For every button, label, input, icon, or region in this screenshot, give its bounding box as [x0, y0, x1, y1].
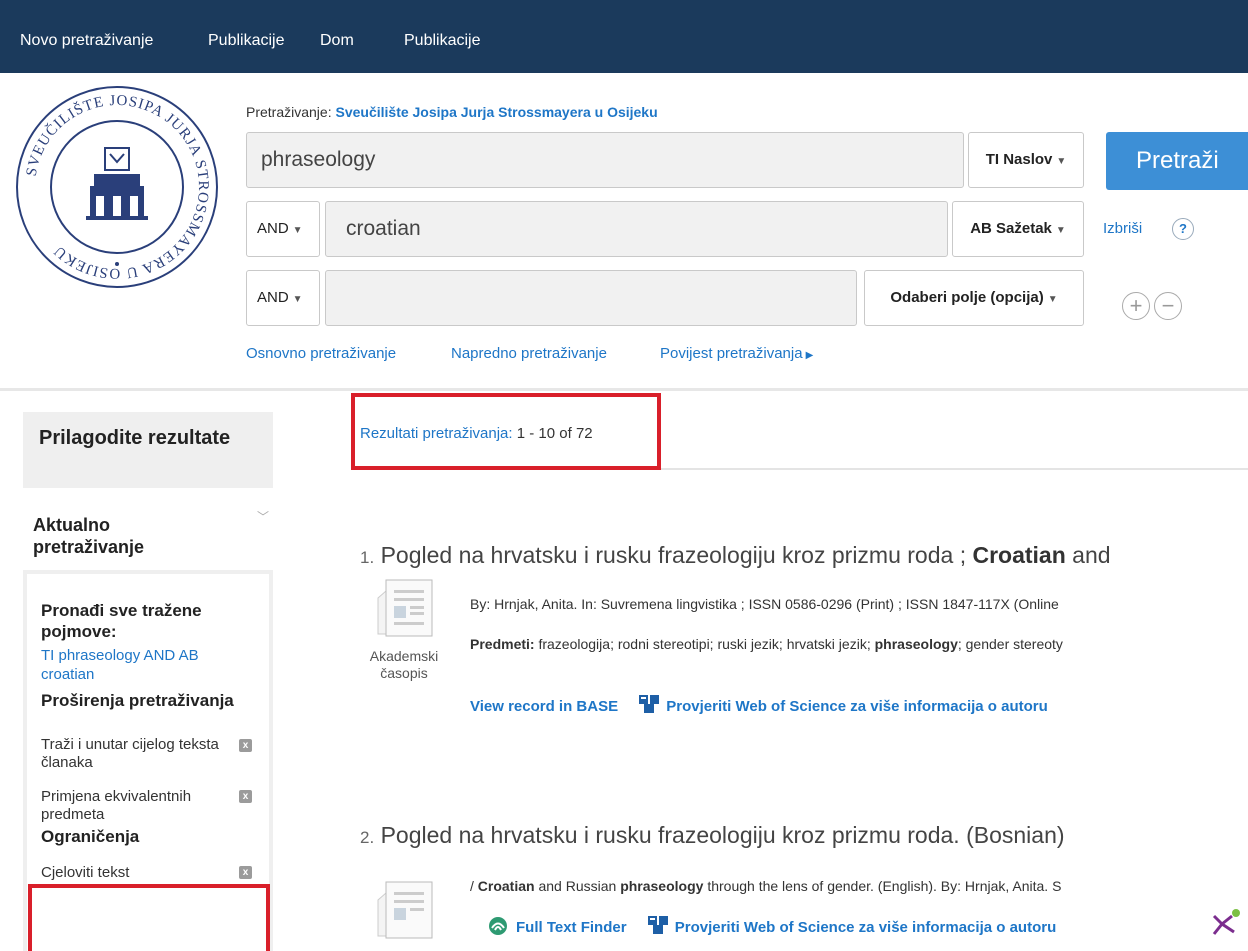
current-search-section[interactable]: Aktualno pretraživanje [23, 500, 273, 570]
search-input-2[interactable]: croatian [325, 201, 948, 257]
chevron-down-icon: ▼ [292, 225, 303, 236]
chevron-down-icon[interactable]: ﹀ [257, 508, 269, 525]
top-navigation-bar: Novo pretraživanje Publikacije Dom Publi… [0, 0, 1248, 73]
result-1-links: View record in BASE Provjeriti Web of Sc… [470, 694, 1048, 715]
result-1-subjects: Predmeti: frazeologija; rodni stereotipi… [470, 636, 1063, 652]
limit-fulltext: Cjeloviti tekst [41, 864, 130, 881]
search-scope: Pretraživanje: Sveučilište Josipa Jurja … [246, 104, 658, 120]
highlight-box-limits [28, 884, 270, 951]
chevron-down-icon: ▼ [1055, 225, 1066, 236]
field-select-3[interactable]: Odaberi polje (opcija) ▼ [864, 270, 1084, 326]
view-record-base-link[interactable]: View record in BASE [470, 698, 618, 715]
full-text-finder-link[interactable]: Full Text Finder [516, 919, 627, 936]
current-search-title: Aktualno pretraživanje [33, 515, 145, 557]
triangle-right-icon: ▶ [805, 350, 814, 361]
result-2-citation-mid: and Russian [534, 878, 621, 894]
university-logo: SVEUČILIŠTE JOSIPA JURJA STROSSMAYERA U … [16, 86, 218, 288]
document-icon [377, 881, 433, 939]
basic-search-link[interactable]: Osnovno pretraživanje [246, 345, 396, 362]
boolean-select-3[interactable]: AND ▼ [246, 270, 320, 326]
remove-expander-subjects-icon[interactable]: x [239, 790, 252, 803]
current-query-link[interactable]: TI phraseology AND AB croatian [41, 646, 241, 684]
field-select-2-label: AB Sažetak [970, 220, 1052, 237]
nav-new-search[interactable]: Novo pretraživanje [20, 32, 153, 50]
result-title-1-bold: Croatian [972, 542, 1066, 568]
remove-expander-fulltext-icon[interactable]: x [239, 739, 252, 752]
field-select-1-label: TI Naslov [985, 151, 1053, 168]
boolean-select-2-label: AND [257, 220, 289, 237]
nav-publications[interactable]: Publikacije [208, 32, 284, 50]
web-of-science-link-1[interactable]: Provjeriti Web of Science za više inform… [666, 698, 1048, 715]
full-text-finder-icon [489, 917, 507, 935]
advanced-search-link[interactable]: Napredno pretraživanje [451, 345, 607, 362]
search-scope-institution[interactable]: Sveučilište Josipa Jurja Strossmayera u … [335, 104, 657, 120]
result-title-2[interactable]: 2. Pogled na hrvatsku i rusku frazeologi… [360, 822, 1065, 849]
clear-link[interactable]: Izbriši [1103, 220, 1142, 237]
result-title-1-tail: and [1065, 542, 1111, 568]
chevron-down-icon: ▼ [292, 294, 303, 305]
search-input-3[interactable] [325, 270, 857, 326]
field-select-3-label: Odaberi polje (opcija) [890, 289, 1044, 306]
result-2-citation-bold-1: Croatian [477, 878, 535, 894]
nav-publications-2[interactable]: Publikacije [404, 32, 480, 50]
expander-equivalent-subjects: Primjena ekvivalentnih predmeta [41, 788, 192, 823]
remove-row-icon[interactable]: − [1154, 292, 1182, 320]
result-2-citation-bold-2: phraseology [620, 878, 704, 894]
web-of-science-icon [647, 916, 668, 934]
result-1-type: Akademski časopis [369, 648, 439, 681]
limits-heading: Ograničenja [41, 827, 140, 846]
result-2-citation: / Croatian and Russian phraseology throu… [470, 878, 1061, 894]
result-2-links: Full Text Finder Provjeriti Web of Scien… [488, 915, 1056, 936]
search-button[interactable]: Pretraži [1106, 132, 1248, 190]
help-icon[interactable]: ? [1172, 218, 1194, 240]
web-of-science-icon [639, 695, 660, 713]
result-2-citation-post: through the lens of gender. (English). B… [703, 878, 1062, 894]
results-header-underline [660, 468, 1248, 470]
result-number-2: 2. [360, 828, 375, 847]
chevron-down-icon: ▼ [1056, 156, 1067, 167]
expanders-heading: Proširenja pretraživanja [41, 691, 234, 710]
field-select-1[interactable]: TI Naslov ▼ [968, 132, 1084, 188]
field-select-2[interactable]: AB Sažetak ▼ [952, 201, 1084, 257]
nav-home[interactable]: Dom [320, 32, 354, 50]
boolean-select-2[interactable]: AND ▼ [246, 201, 320, 257]
result-title-1-text: Pogled na hrvatsku i rusku frazeologiju … [380, 542, 973, 568]
find-all-terms-heading: Pronađi sve tražene pojmove: [41, 601, 202, 641]
search-history-label: Povijest pretraživanja [660, 345, 803, 362]
refine-results-title: Prilagodite rezultate [39, 427, 231, 449]
result-1-subjects-label: Predmeti: [470, 636, 535, 652]
highlight-box-results-count [351, 393, 661, 470]
web-of-science-link-2[interactable]: Provjeriti Web of Science za više inform… [675, 919, 1057, 936]
result-1-subjects-bold: phraseology [874, 636, 958, 652]
refine-results-header: Prilagodite rezultate [23, 412, 273, 488]
chevron-down-icon: ▼ [1047, 294, 1058, 305]
expander-fulltext: Traži i unutar cijelog teksta članaka [41, 736, 219, 771]
section-divider [0, 388, 1248, 391]
result-2-citation-pre: / [470, 878, 478, 894]
network-icon[interactable] [1208, 908, 1242, 938]
result-title-1[interactable]: 1. Pogled na hrvatsku i rusku frazeologi… [360, 542, 1111, 569]
search-scope-label: Pretraživanje: [246, 104, 332, 120]
add-row-icon[interactable]: + [1122, 292, 1150, 320]
academic-journal-icon [377, 579, 433, 637]
result-1-subjects-list: frazeologija; rodni stereotipi; ruski je… [534, 636, 875, 652]
result-1-citation: By: Hrnjak, Anita. In: Suvremena lingvis… [470, 596, 1059, 612]
result-1-subjects-tail: ; gender stereoty [957, 636, 1063, 652]
search-input-1[interactable]: phraseology [246, 132, 964, 188]
boolean-select-3-label: AND [257, 289, 289, 306]
remove-limit-fulltext-icon[interactable]: x [239, 866, 252, 879]
result-number-1: 1. [360, 548, 375, 567]
result-title-2-text: Pogled na hrvatsku i rusku frazeologiju … [380, 822, 1065, 848]
search-history-link[interactable]: Povijest pretraživanja ▶ [660, 345, 813, 362]
